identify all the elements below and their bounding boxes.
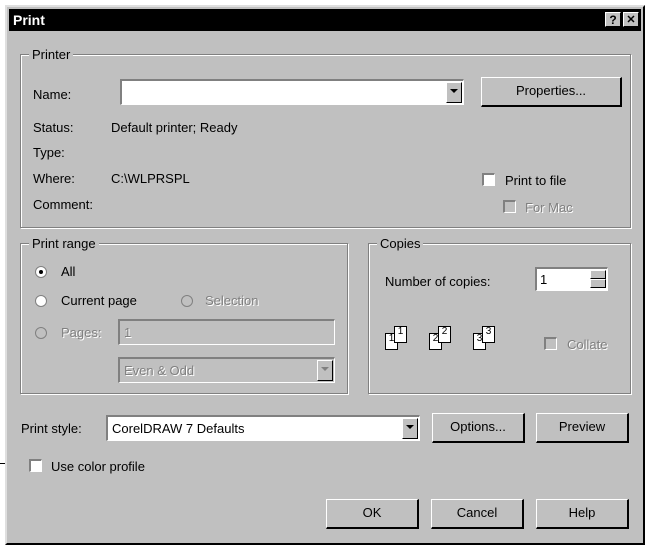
number-of-copies-label: Number of copies: [385,274,491,289]
ok-button[interactable]: OK [326,499,419,529]
where-label: Where: [33,171,75,186]
even-odd-value: Even & Odd [124,363,195,378]
copies-stepper[interactable]: 1 [535,267,608,291]
print-range-legend: Print range [29,236,99,251]
printer-name-select[interactable] [120,79,464,105]
where-value: C:\WLPRSPL [111,171,190,186]
spin-up-icon[interactable] [590,270,606,279]
selection-label: Selection [205,293,259,308]
printer-group: Printer Name: Properties... Status: Defa… [20,47,631,228]
type-label: Type: [33,145,65,160]
print-to-file-checkbox[interactable] [482,173,495,186]
copies-legend: Copies [377,236,424,251]
page-icon: 3 [482,326,495,343]
name-label: Name: [33,87,72,102]
print-style-value: CorelDRAW 7 Defaults [112,421,245,436]
collate-label: Collate [567,337,608,352]
collate-checkbox [544,337,557,350]
cancel-button[interactable]: Cancel [431,499,524,529]
selection-radio [181,295,193,307]
printer-legend: Printer [29,47,74,62]
chevron-down-icon [317,360,333,381]
print-style-label: Print style: [21,421,82,436]
pages-label: Pages: [61,325,102,340]
help-icon[interactable]: ? [605,12,621,27]
chevron-down-icon[interactable] [446,82,462,103]
window-title: Print [13,12,45,28]
print-style-select[interactable]: CorelDRAW 7 Defaults [106,415,420,441]
page-icon: 1 [394,326,407,343]
copies-value: 1 [540,272,548,287]
print-dialog: Print ? ✕ Printer Name: Properties... St… [5,5,645,545]
spin-down-icon[interactable] [590,279,606,288]
use-color-profile-checkbox[interactable] [29,459,42,472]
help-button[interactable]: Help [536,499,629,529]
preview-button[interactable]: Preview [536,413,629,443]
print-range-group: Print range All Current page Selection P… [20,236,348,394]
page-icon: 2 [438,326,451,343]
for-mac-label: For Mac [525,200,573,215]
title-bar: Print ? ✕ [9,9,641,31]
print-to-file-label: Print to file [505,173,567,188]
status-label: Status: [33,120,74,135]
pages-input-value: 1 [124,325,132,340]
current-page-label: Current page [61,293,137,308]
status-value: Default printer; Ready [111,120,238,135]
current-page-radio[interactable] [35,295,47,307]
comment-label: Comment: [33,197,93,212]
all-radio[interactable] [35,266,47,278]
chevron-down-icon[interactable] [402,418,418,439]
all-label: All [61,264,76,279]
copies-group: Copies Number of copies: 1 1 1 2 2 3 3 C… [368,236,631,394]
pages-radio [35,327,47,339]
use-color-profile-label: Use color profile [51,459,145,474]
properties-button[interactable]: Properties... [481,77,622,107]
even-odd-select: Even & Odd [118,357,335,383]
for-mac-checkbox [503,200,516,213]
pages-input: 1 [118,319,335,345]
options-button[interactable]: Options... [432,413,525,443]
close-icon[interactable]: ✕ [623,12,639,27]
